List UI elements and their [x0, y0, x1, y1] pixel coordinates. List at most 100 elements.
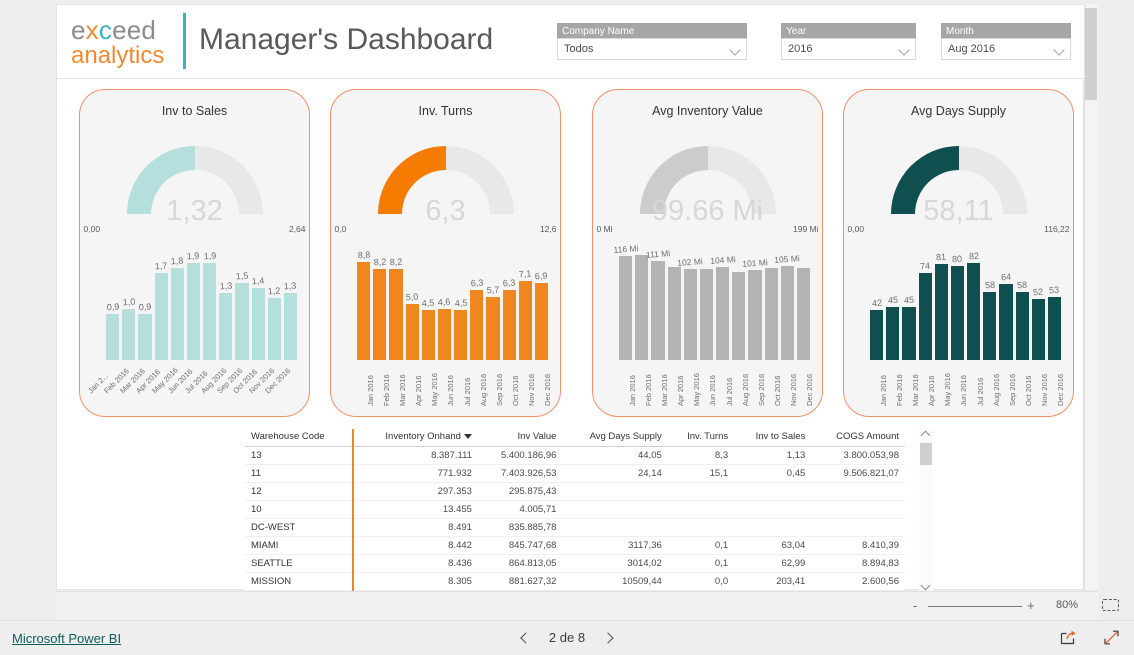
- share-icon[interactable]: [1060, 629, 1077, 646]
- bar-column[interactable]: 4,5: [454, 242, 468, 360]
- bar-column[interactable]: 105 Mi: [774, 242, 800, 360]
- bar[interactable]: [170, 267, 184, 360]
- bar[interactable]: [235, 283, 249, 360]
- slicer-year-dropdown[interactable]: 2016: [781, 38, 916, 60]
- bar[interactable]: [203, 262, 217, 360]
- bar[interactable]: [1015, 291, 1029, 360]
- bar[interactable]: [886, 306, 900, 360]
- warehouse-table[interactable]: Warehouse Code Inventory Onhand Inv Value A…: [245, 429, 933, 591]
- bar[interactable]: [454, 309, 468, 360]
- bar[interactable]: [106, 313, 120, 360]
- slicer-year[interactable]: Year 2016: [781, 23, 916, 60]
- bar[interactable]: [251, 288, 265, 360]
- fullscreen-icon[interactable]: [1103, 629, 1120, 646]
- bar-column[interactable]: 7,1: [519, 242, 532, 360]
- bar-column[interactable]: 111 Mi: [645, 242, 670, 360]
- bar[interactable]: [716, 267, 730, 360]
- bar-column[interactable]: 52: [1031, 242, 1045, 360]
- bar-column[interactable]: 58: [983, 242, 997, 360]
- bar[interactable]: [780, 266, 794, 360]
- bar-column[interactable]: 116 Mi: [613, 242, 638, 360]
- table-header-inv-to-sales[interactable]: Inv to Sales: [734, 429, 812, 447]
- bar-column[interactable]: 1,5: [235, 242, 249, 360]
- table-row[interactable]: 13 8.387.111 5.400.186,96 44,05 8,3 1,13 3.800…: [245, 446, 905, 465]
- table-row[interactable]: MISSION 8.305 881.627,32 10509,44 0,0 203,41 2…: [245, 572, 905, 591]
- bar[interactable]: [699, 268, 714, 360]
- zoom-out-button[interactable]: -: [913, 599, 917, 612]
- bar[interactable]: [732, 271, 746, 360]
- chevron-right-icon[interactable]: [603, 633, 613, 643]
- bar[interactable]: [502, 289, 516, 360]
- slicer-company-name-dropdown[interactable]: Todos: [557, 38, 747, 60]
- bar-column[interactable]: 0,9: [106, 242, 120, 360]
- bar-column[interactable]: 4,5: [422, 242, 435, 360]
- kpi-card-inv-turns[interactable]: Inv. Turns 6,3 0,0 12,6 8,8 8,2 8,2 5,0 4,5 4,6 4,…: [330, 89, 561, 417]
- bar[interactable]: [138, 313, 152, 360]
- bar[interactable]: [534, 283, 549, 360]
- bar[interactable]: [764, 267, 778, 360]
- bar[interactable]: [122, 308, 136, 360]
- table-row[interactable]: 12 297.353 295.875,43: [245, 482, 905, 501]
- bar[interactable]: [918, 272, 932, 360]
- bar[interactable]: [902, 306, 916, 360]
- table-header-warehouse-code[interactable]: Warehouse Code: [245, 429, 354, 447]
- bar[interactable]: [683, 268, 697, 360]
- bar-column[interactable]: 1,0: [122, 242, 136, 360]
- bar-column[interactable]: 64: [999, 242, 1013, 360]
- bar[interactable]: [796, 267, 811, 360]
- bar[interactable]: [267, 298, 281, 360]
- bar-column[interactable]: 45: [886, 242, 900, 360]
- bar-column[interactable]: [796, 242, 811, 360]
- bar[interactable]: [518, 280, 532, 360]
- bar-column[interactable]: 53: [1047, 242, 1062, 360]
- bar-column[interactable]: 6,3: [470, 242, 484, 360]
- bar[interactable]: [651, 260, 665, 360]
- bar-column[interactable]: 1,3: [283, 242, 298, 360]
- bar[interactable]: [748, 269, 762, 360]
- bar-column[interactable]: 104 Mi: [710, 242, 736, 360]
- kpi-card-avg-inventory-value[interactable]: Avg Inventory Value 99.66 Mi 0 Mi 199 Mi 116…: [592, 89, 823, 417]
- bar-column[interactable]: 82: [967, 242, 981, 360]
- bar-column[interactable]: 6,9: [534, 242, 549, 360]
- zoom-slider[interactable]: [928, 606, 1022, 607]
- bar-column[interactable]: 1,4: [252, 242, 265, 360]
- kpi-card-inv-to-sales[interactable]: Inv to Sales 1,32 0,00 2,64 0,9 1,0 0,9 1,7 1,8 1…: [79, 89, 310, 417]
- bar-column[interactable]: 8,8: [357, 242, 371, 360]
- table-header-avg-days-supply[interactable]: Avg Days Supply: [562, 429, 668, 447]
- bar-column[interactable]: 101 Mi: [742, 242, 768, 360]
- chevron-left-icon[interactable]: [521, 633, 531, 643]
- slicer-month[interactable]: Month Aug 2016: [941, 23, 1071, 60]
- bar-column[interactable]: 45: [902, 242, 916, 360]
- bar[interactable]: [870, 310, 884, 360]
- bar-column[interactable]: 4,6: [437, 242, 452, 360]
- bar[interactable]: [1031, 298, 1045, 360]
- bar-column[interactable]: 1,7: [155, 242, 168, 360]
- bar-column[interactable]: 8,2: [389, 242, 403, 360]
- bar-column[interactable]: 1,8: [171, 242, 184, 360]
- bar[interactable]: [186, 262, 201, 360]
- bar[interactable]: [421, 309, 435, 360]
- scroll-down-icon[interactable]: [922, 581, 930, 589]
- scrollbar-thumb[interactable]: [920, 443, 932, 465]
- slicer-month-dropdown[interactable]: Aug 2016: [941, 38, 1071, 60]
- bar-column[interactable]: 1,2: [268, 242, 281, 360]
- bar[interactable]: [154, 272, 168, 360]
- bar[interactable]: [437, 308, 452, 360]
- bar[interactable]: [486, 296, 500, 360]
- bar-column[interactable]: 1,9: [186, 242, 201, 360]
- bar[interactable]: [635, 255, 649, 360]
- table-header-inv-value[interactable]: Inv Value: [477, 429, 563, 447]
- bar[interactable]: [405, 304, 419, 360]
- bar-column[interactable]: 42: [870, 242, 884, 360]
- table-header-cogs-amount[interactable]: COGS Amount: [811, 429, 905, 447]
- bar[interactable]: [373, 268, 387, 360]
- bar-column[interactable]: 5,0: [406, 242, 419, 360]
- bar[interactable]: [283, 293, 298, 360]
- canvas-scrollbar-thumb[interactable]: [1085, 8, 1097, 100]
- microsoft-power-bi-link[interactable]: Microsoft Power BI: [12, 631, 121, 646]
- slicer-company-name[interactable]: Company Name Todos: [557, 23, 747, 60]
- bar[interactable]: [667, 267, 681, 360]
- bar-column[interactable]: 6,3: [503, 242, 516, 360]
- bar-column[interactable]: 1,9: [203, 242, 217, 360]
- bar[interactable]: [967, 263, 981, 360]
